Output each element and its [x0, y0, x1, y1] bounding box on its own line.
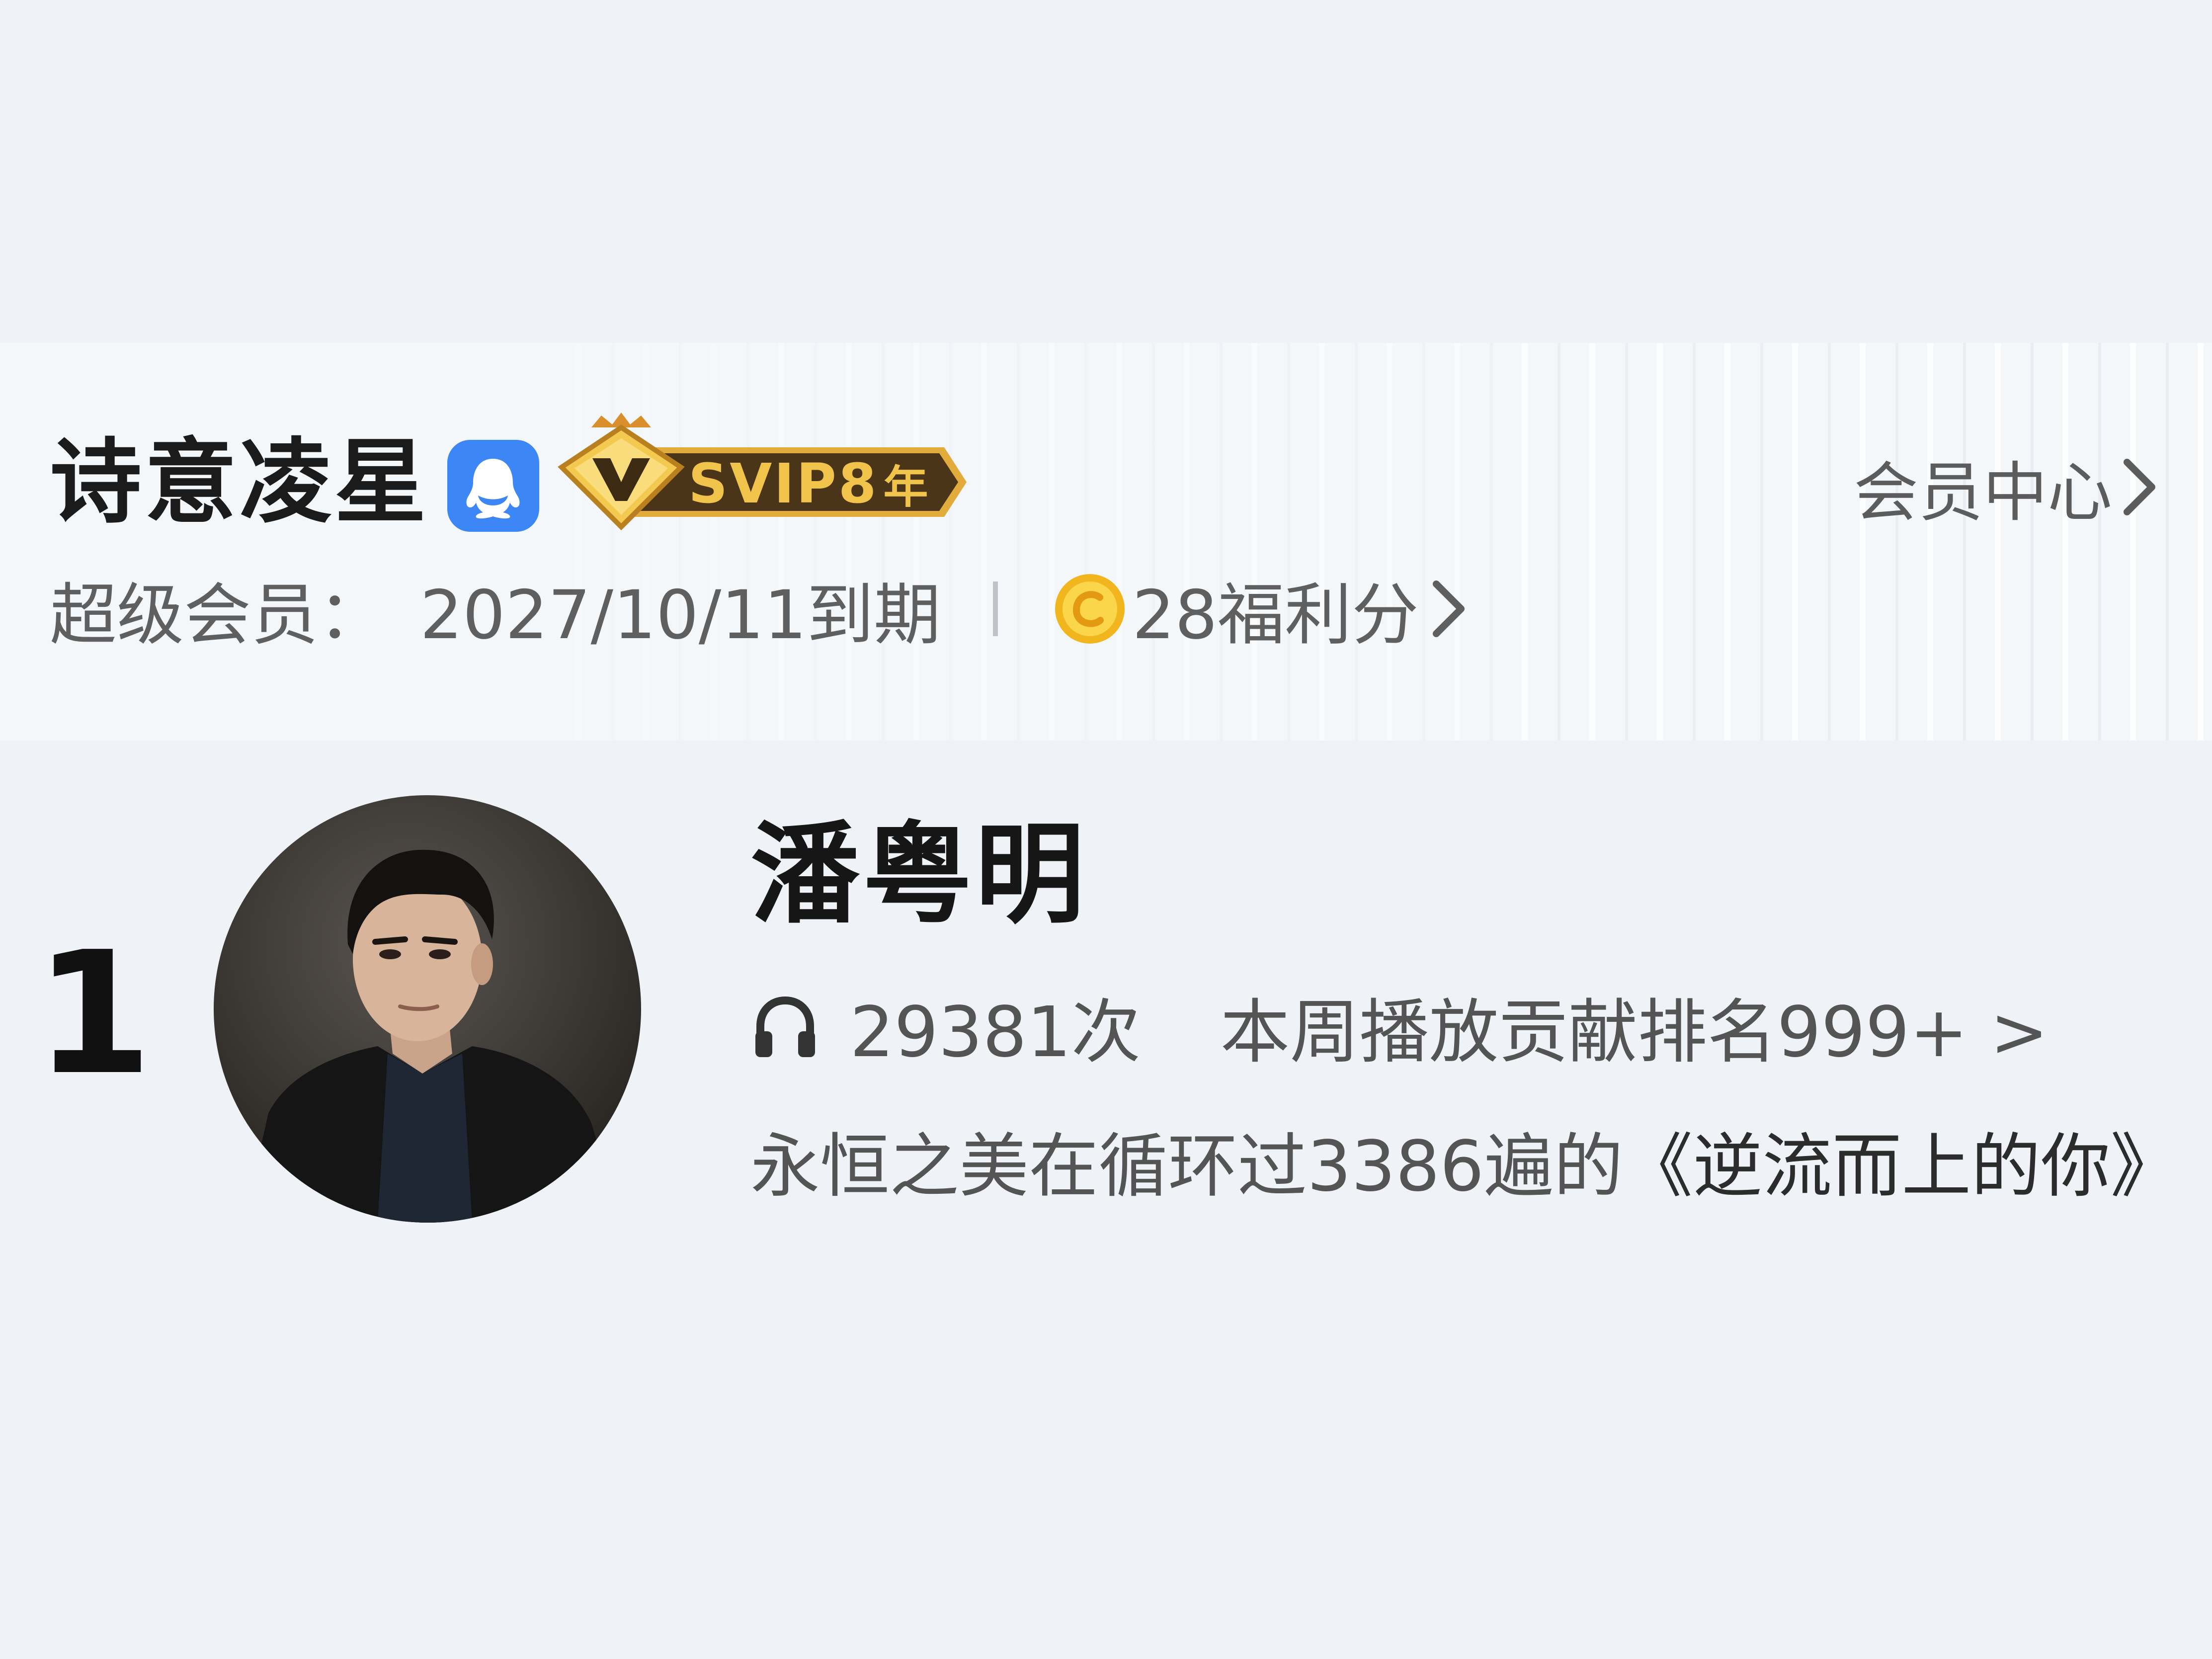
divider — [993, 581, 998, 636]
rank-number: 1 — [35, 915, 153, 1112]
play-stats-row: 29381次 本周播放贡献排名999+ > — [750, 984, 2048, 1073]
chevron-right-icon — [2124, 459, 2156, 515]
song-title[interactable]: 《逆流而上的你》 — [1623, 1110, 2180, 1211]
card-background-pattern — [547, 343, 2212, 741]
username: 诗意凌星 — [50, 428, 429, 536]
artist-rank-item[interactable]: 1 潘粤明 29381次 本周播放贡献排名999+ > 永恒之美在循环过3386… — [0, 790, 2212, 1223]
welfare-points-text: 28福利分 — [1132, 576, 1419, 654]
member-center-label: 会员中心 — [1854, 455, 2113, 530]
member-center-link[interactable]: 会员中心 — [1854, 442, 2162, 532]
svip-label: SVIP8 年 — [688, 451, 930, 520]
gold-coin-icon — [1055, 574, 1125, 644]
chevron-right-icon — [1432, 581, 1465, 637]
svip-years: 年 — [883, 461, 930, 513]
welfare-points-link[interactable]: 28福利分 — [1053, 560, 1469, 658]
artist-name[interactable]: 潘粤明 — [750, 810, 1087, 939]
membership-expire-row: 超级会员： 2027/10/11到期 28福利分 — [50, 567, 1469, 654]
expire-label: 超级会员： — [50, 576, 385, 654]
svip-badge[interactable]: SVIP8 年 — [552, 413, 969, 532]
weekly-rank-link[interactable]: 本周播放贡献排名999+ > — [1220, 976, 2048, 1077]
expire-date: 2027/10/11到期 — [420, 576, 941, 654]
loop-prefix: 永恒之美在循环过3386遍的 — [750, 1126, 1624, 1207]
svip-level: SVIP8 — [688, 452, 879, 515]
qq-icon — [447, 440, 539, 532]
headphones-icon — [755, 996, 815, 1057]
artist-avatar[interactable] — [214, 795, 641, 1223]
membership-card: 诗意凌星 SVIP8 年 会员中心 超级会员： 2027/10/11到期 28福… — [0, 343, 2212, 741]
qq-penguin-icon — [466, 459, 520, 519]
play-count: 29381次 — [850, 992, 1141, 1073]
loop-info-row: 永恒之美在循环过3386遍的 《逆流而上的你》 — [750, 1118, 2180, 1207]
artist-avatar-photo — [214, 795, 641, 1223]
